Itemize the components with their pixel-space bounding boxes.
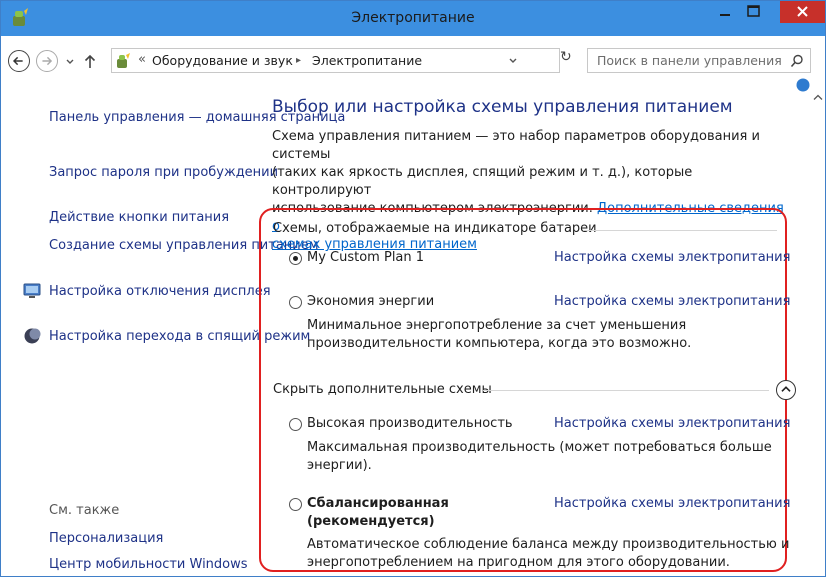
- radio-balanced[interactable]: [289, 498, 302, 511]
- see-also-heading: См. также: [49, 503, 120, 518]
- breadcrumb-arrow[interactable]: ▸: [296, 55, 301, 66]
- sidebar-item-label: Запрос пароля при: [49, 165, 180, 180]
- page-title: Выбор или настройка схемы управления пит…: [272, 97, 733, 117]
- description-line: Схема управления питанием — это набор па…: [272, 129, 760, 162]
- plan-name-power-saver[interactable]: Экономия энергии: [307, 293, 434, 311]
- battery-plans-group-title: Схемы, отображаемые на индикаторе батаре…: [273, 221, 597, 236]
- navigation-bar: « Оборудование и звук ▸ Электропитание ↻…: [1, 36, 825, 79]
- sidebar-item-label: Действие кнопки питания: [49, 210, 230, 225]
- power-saver-description: Минимальное энергопотребление за счет ум…: [307, 317, 691, 353]
- description-line: Автоматическое соблюдение баланса между …: [307, 537, 790, 552]
- address-chevron-down-icon[interactable]: [508, 56, 518, 66]
- breadcrumb-hardware[interactable]: Оборудование и звук: [152, 53, 293, 68]
- radio-custom-plan[interactable]: [289, 252, 302, 265]
- custom-plan-settings-link[interactable]: Настройка схемы электропитания: [554, 250, 790, 265]
- up-icon[interactable]: [83, 53, 97, 69]
- radio-power-saver[interactable]: [289, 296, 302, 309]
- address-bar[interactable]: « Оборудование и звук ▸ Электропитание: [111, 48, 560, 73]
- description-line: энергопотреблением на пригодном для этог…: [307, 555, 730, 570]
- back-icon[interactable]: [8, 50, 30, 72]
- address-overflow[interactable]: «: [138, 52, 146, 67]
- search-placeholder: Поиск в панели управления: [597, 53, 782, 68]
- display-icon: [23, 283, 41, 298]
- maximize-button[interactable]: [740, 1, 766, 23]
- search-icon[interactable]: [790, 54, 804, 68]
- window-title: Электропитание: [351, 10, 475, 26]
- sidebar-item-password[interactable]: Запрос пароля при пробуждении: [49, 164, 278, 182]
- sidebar-item-label: пробуждении: [183, 165, 279, 180]
- plan-name-line: Сбалансированная: [307, 496, 449, 511]
- hidden-plans-group-title[interactable]: Скрыть дополнительные схемы: [273, 382, 492, 397]
- high-performance-settings-link[interactable]: Настройка схемы электропитания: [554, 416, 790, 431]
- sidebar-item-label: Создание схемы управления: [49, 238, 248, 253]
- group-divider: [583, 230, 777, 231]
- minimize-button[interactable]: [712, 1, 738, 23]
- sleep-icon: [24, 328, 41, 344]
- sidebar-item-label: Панель управления —: [49, 110, 202, 125]
- description-line: (таких как яркость дисплея, спящий режим…: [272, 165, 693, 198]
- balanced-description: Автоматическое соблюдение баланса между …: [307, 536, 789, 572]
- description-line: Максимальная производительность (может п…: [307, 440, 772, 455]
- sidebar-item-mobility-center[interactable]: Центр мобильности Windows: [49, 556, 248, 574]
- sidebar-item-power-button[interactable]: Действие кнопки питания: [49, 209, 229, 227]
- recent-pages-chevron-down-icon[interactable]: [65, 57, 75, 67]
- sidebar-item-label: Настройка отключения: [49, 284, 210, 299]
- help-icon[interactable]: [796, 78, 810, 92]
- power-saver-settings-link[interactable]: Настройка схемы электропитания: [554, 294, 790, 309]
- sidebar-item-personalization[interactable]: Персонализация: [49, 530, 163, 548]
- title-bar[interactable]: Электропитание: [1, 1, 825, 36]
- sidebar-item-display-off[interactable]: Настройка отключения дисплея: [49, 283, 271, 301]
- window: Электропитание « Оборудование и звук ▸ Э…: [0, 0, 826, 577]
- radio-high-performance[interactable]: [289, 418, 302, 431]
- balanced-settings-link[interactable]: Настройка схемы электропитания: [554, 496, 790, 511]
- high-performance-description: Максимальная производительность (может п…: [307, 439, 772, 475]
- description-line: энергии).: [307, 458, 372, 473]
- forward-icon[interactable]: [36, 50, 58, 72]
- plan-name-custom[interactable]: My Custom Plan 1: [307, 249, 424, 267]
- refresh-icon[interactable]: ↻: [560, 49, 572, 65]
- close-button[interactable]: [780, 1, 825, 23]
- group-divider: [483, 390, 769, 391]
- collapse-chevron-up-icon[interactable]: [776, 380, 796, 400]
- plan-name-high-performance[interactable]: Высокая производительность: [307, 415, 513, 433]
- search-input[interactable]: Поиск в панели управления: [587, 48, 811, 73]
- scroll-up-icon[interactable]: [813, 93, 823, 101]
- description-line: Минимальное энергопотребление за счет ум…: [307, 318, 687, 333]
- sidebar-item-label: Настройка перехода в: [49, 329, 204, 344]
- description-line: производительности компьютера, когда это…: [307, 336, 692, 351]
- plan-name-line: (рекомендуется): [307, 514, 435, 529]
- power-options-icon: [117, 53, 130, 68]
- plan-name-balanced[interactable]: Сбалансированная (рекомендуется): [307, 495, 449, 531]
- breadcrumb-power[interactable]: Электропитание: [312, 53, 422, 68]
